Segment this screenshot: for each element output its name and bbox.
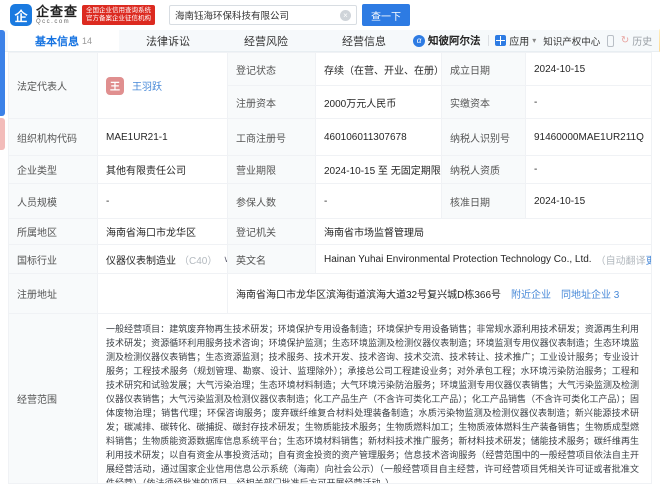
tab-basic-info[interactable]: 基本信息 14 <box>8 30 120 51</box>
insured-count-value: - <box>316 184 442 219</box>
industry-value: 仪器仪表制造业 （C40） ∨ <box>98 245 228 274</box>
apps-grid-icon <box>495 35 507 46</box>
tab-bar: 基本信息 14 法律诉讼 经营风险 经营信息 α 知彼阿尔法 应用 ▾ 知识产权… <box>0 27 660 54</box>
region-label: 所属地区 <box>8 219 98 245</box>
biz-term-label: 营业期限 <box>228 156 316 184</box>
apps-menu-label: 应用 <box>509 37 530 48</box>
staff-size-label: 人员规模 <box>8 184 98 219</box>
business-scope-text: 一般经营项目：建筑废弃物再生技术研发；环境保护专用设备制造；环境保护专用设备销售… <box>106 324 639 484</box>
ip-center-label: 知识产权中心 <box>543 36 601 48</box>
credibility-badge: 全国企业信用查询系统 官方备案企业征信机构 <box>82 4 156 26</box>
industry-label: 国标行业 <box>8 245 98 274</box>
zhibi-alpha-icon: α <box>413 34 426 47</box>
top-header: 企 企查查 Qcc.com 全国企业信用查询系统 官方备案企业征信机构 × 查一… <box>0 0 660 30</box>
industry-name: 仪器仪表制造业 <box>106 255 176 267</box>
taxpayer-qual-label: 纳税人资质 <box>442 156 526 184</box>
taxpayer-id-label: 纳税人识别号 <box>442 119 526 156</box>
en-name-value: Hainan Yuhai Environmental Protection Te… <box>316 245 652 274</box>
badge-line1: 全国企业信用查询系统 <box>86 6 152 14</box>
reg-capital-value: 2000万元人民币 <box>316 86 442 119</box>
address-label: 注册地址 <box>8 274 98 314</box>
mobile-phone-icon[interactable] <box>607 34 614 47</box>
legal-rep-value: 王 王羽跃 <box>98 53 228 119</box>
legal-rep-avatar[interactable]: 王 <box>106 76 124 95</box>
address-value: 海南省海口市龙华区滨海街道滨海大道32号复兴城D栋366号 附近企业 同地址企业… <box>228 274 652 314</box>
biz-reg-no-label: 工商注册号 <box>228 119 316 156</box>
search-button[interactable]: 查一下 <box>362 4 411 26</box>
search-box[interactable]: × <box>169 5 358 25</box>
org-code-value: MAE1UR21-1 <box>98 119 228 156</box>
header-toolbar: α 知彼阿尔法 应用 ▾ 知识产权中心 ↻ 历史 SVIP 会员服务 <box>413 27 660 54</box>
address-spacer-cell <box>98 274 228 314</box>
legal-rep-name-link[interactable]: 王羽跃 <box>132 78 162 93</box>
tab-operation-info-label: 经营信息 <box>342 35 387 48</box>
tab-legal-litigation-label: 法律诉讼 <box>146 35 191 48</box>
reg-authority-label: 登记机关 <box>228 219 316 245</box>
en-name-note: （自动翻译 <box>595 255 646 267</box>
search-input[interactable] <box>175 9 341 21</box>
company-type-label: 企业类型 <box>8 156 98 184</box>
tab-legal-litigation[interactable]: 法律诉讼 <box>119 30 217 51</box>
biz-term-value: 2024-10-15 至 无固定期限 <box>316 156 442 184</box>
staff-size-value: - <box>98 184 228 219</box>
org-code-label: 组织机构代码 <box>8 119 98 156</box>
reg-authority-value: 海南省市场监督管理局 <box>316 219 652 245</box>
en-name-text: Hainan Yuhai Environmental Protection Te… <box>324 253 592 265</box>
caret-down-icon: ▾ <box>532 36 537 45</box>
ip-center-link[interactable]: 知识产权中心 <box>543 34 600 48</box>
business-scope-value: 一般经营项目：建筑废弃物再生技术研发；环境保护专用设备制造；环境保护专用设备销售… <box>98 314 652 484</box>
basic-info-table: 法定代表人 王 王羽跃 登记状态 存续（在营、开业、在册） 成立日期 2024-… <box>8 52 652 484</box>
tab-basic-info-label: 基本信息 <box>35 35 79 48</box>
legal-rep-label: 法定代表人 <box>8 53 98 119</box>
paid-capital-label: 实缴资本 <box>442 86 526 119</box>
tab-operation-risk[interactable]: 经营风险 <box>217 30 315 51</box>
en-name-update-link[interactable]: 更新 <box>646 252 651 267</box>
en-name-label: 英文名 <box>228 245 316 274</box>
history-link[interactable]: ↻ 历史 <box>621 33 652 48</box>
reg-status-value: 存续（在营、开业、在册） <box>316 53 442 86</box>
history-label: 历史 <box>632 37 653 48</box>
reg-status-label: 登记状态 <box>228 53 316 86</box>
tab-operation-info[interactable]: 经营信息 <box>315 30 413 51</box>
side-strip-blue[interactable] <box>0 30 5 116</box>
approval-date-value: 2024-10-15 <box>526 184 652 219</box>
est-date-value: 2024-10-15 <box>526 53 652 86</box>
tab-operation-risk-label: 经营风险 <box>244 35 289 48</box>
nearby-companies-link[interactable]: 附近企业 <box>511 286 551 301</box>
brand-name: 企查查 <box>36 4 79 19</box>
reg-capital-label: 注册资本 <box>228 86 316 119</box>
business-scope-label: 经营范围 <box>8 314 98 484</box>
insured-count-label: 参保人数 <box>228 184 316 219</box>
est-date-label: 成立日期 <box>442 53 526 86</box>
side-strip-pink[interactable] <box>0 118 5 150</box>
brand-domain: Qcc.com <box>36 19 71 25</box>
biz-reg-no-value: 460106011307678 <box>316 119 442 156</box>
industry-code: （C40） <box>179 255 218 267</box>
region-value: 海南省海口市龙华区 <box>98 219 228 245</box>
tab-basic-info-count: 14 <box>82 35 93 46</box>
zhibi-alpha-link[interactable]: α 知彼阿尔法 <box>413 33 481 48</box>
zhibi-alpha-label: 知彼阿尔法 <box>428 35 481 47</box>
paid-capital-value: - <box>526 86 652 119</box>
history-clock-icon: ↻ <box>620 35 630 46</box>
taxpayer-qual-value: - <box>526 156 652 184</box>
address-text: 海南省海口市龙华区滨海街道滨海大道32号复兴城D栋366号 <box>236 290 502 301</box>
toolbar-divider <box>487 35 489 46</box>
taxpayer-id-value: 91460000MAE1UR211Q <box>526 119 652 156</box>
clear-icon[interactable]: × <box>340 9 352 21</box>
qcc-logo-icon[interactable]: 企 <box>10 4 32 26</box>
badge-line2: 官方备案企业征信机构 <box>86 15 152 22</box>
approval-date-label: 核准日期 <box>442 184 526 219</box>
brand[interactable]: 企查查 Qcc.com <box>36 5 78 25</box>
same-address-companies-link[interactable]: 同地址企业 3 <box>561 286 619 301</box>
company-type-value: 其他有限责任公司 <box>98 156 228 184</box>
apps-menu[interactable]: 应用 ▾ <box>495 33 536 48</box>
